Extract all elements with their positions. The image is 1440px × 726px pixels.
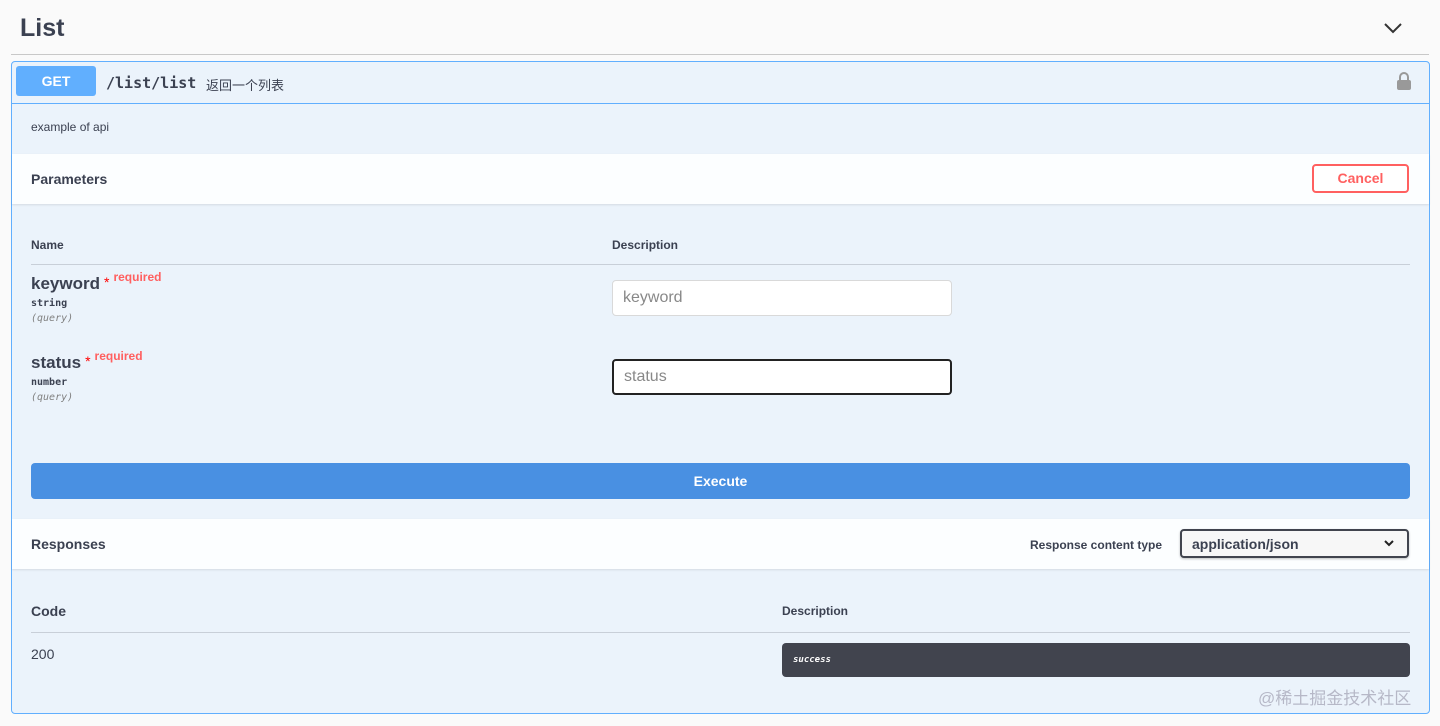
response-description: success (782, 643, 1410, 677)
divider (31, 632, 1410, 633)
response-code: 200 (31, 646, 55, 662)
content-type-select[interactable]: application/json (1180, 529, 1409, 558)
chevron-down-icon (1384, 540, 1394, 547)
section-title[interactable]: List (20, 14, 64, 43)
responses-header: Responses Response content type applicat… (12, 519, 1429, 569)
required-label: required (94, 349, 143, 363)
col-code: Code (31, 603, 66, 619)
param-status: status * required number (query) (31, 349, 143, 403)
status-input[interactable] (612, 359, 952, 395)
col-description: Description (612, 238, 679, 252)
lock-icon[interactable] (1396, 71, 1412, 91)
chevron-down-icon[interactable] (1382, 18, 1404, 38)
cancel-button[interactable]: Cancel (1312, 164, 1409, 193)
param-type: string (31, 298, 68, 309)
param-in: (query) (31, 313, 74, 324)
param-in: (query) (31, 392, 74, 403)
param-name: keyword (31, 274, 100, 293)
divider (11, 54, 1429, 55)
param-type: number (31, 377, 68, 388)
col-name: Name (31, 238, 64, 252)
watermark: @稀土掘金技术社区 (1258, 689, 1412, 708)
content-type-label: Response content type (1030, 538, 1163, 552)
operation-summary[interactable]: GET /list/list 返回一个列表 (12, 62, 1429, 104)
param-name: status (31, 353, 82, 372)
operation-description: example of api (31, 120, 110, 134)
required-star: * (103, 274, 110, 290)
keyword-input[interactable] (612, 280, 952, 316)
selected-value: application/json (1192, 536, 1299, 552)
operation-path: /list/list (106, 74, 197, 92)
param-keyword: keyword * required string (query) (31, 270, 161, 324)
required-star: * (85, 353, 91, 369)
method-badge: GET (16, 66, 96, 96)
parameters-title: Parameters (31, 171, 108, 187)
required-label: required (113, 270, 162, 284)
operation-summary-text: 返回一个列表 (206, 78, 285, 93)
col-description: Description (782, 604, 849, 618)
responses-title: Responses (31, 536, 106, 552)
parameters-header: Parameters Cancel (12, 154, 1429, 204)
execute-button[interactable]: Execute (31, 463, 1410, 499)
divider (31, 264, 1410, 265)
operation-block: GET /list/list 返回一个列表 example of api Par… (11, 61, 1430, 714)
